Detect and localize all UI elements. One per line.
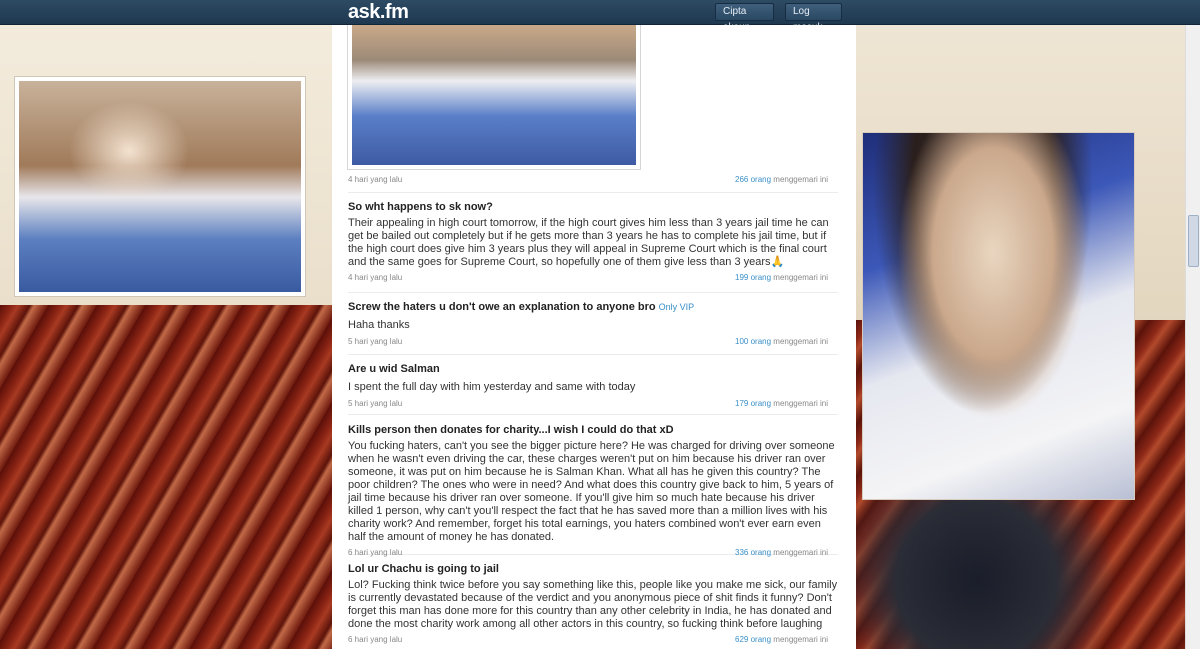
likes-text: menggemari ini: [773, 548, 828, 557]
likes-text: menggemari ini: [773, 337, 828, 346]
post-meta: 4 hari yang lalu 266 orang menggemari in…: [348, 175, 838, 187]
likes-text: menggemari ini: [773, 273, 828, 282]
likes-text: menggemari ini: [773, 399, 828, 408]
right-profile-photo: [862, 132, 1135, 500]
likes-count[interactable]: 179 orang: [735, 399, 771, 408]
login-button[interactable]: Log masuk: [785, 3, 842, 33]
answer-text: Their appealing in high court tomorrow, …: [348, 217, 829, 268]
logo-suffix: .fm: [379, 1, 409, 23]
scrollbar-thumb[interactable]: [1188, 215, 1199, 267]
post-likes[interactable]: 179 orang menggemari ini: [735, 399, 828, 408]
likes-text: menggemari ini: [773, 635, 828, 644]
answer-text: You fucking haters, can't you see the bi…: [348, 440, 835, 543]
left-profile-photo: [14, 76, 306, 297]
post-meta: 4 hari yang lalu 199 orang menggemari in…: [348, 273, 838, 285]
answer-text: Lol? Fucking think twice before you say …: [348, 579, 838, 630]
list-item: Are u wid Salman I spent the full day wi…: [348, 363, 838, 415]
page-scrollbar[interactable]: [1185, 25, 1200, 649]
question-text[interactable]: Screw the haters u don't owe an explanat…: [348, 301, 656, 313]
signup-button[interactable]: Cipta akaun: [715, 3, 774, 33]
question-text[interactable]: Kills person then donates for charity...…: [348, 424, 838, 436]
likes-count[interactable]: 336 orang: [735, 548, 771, 557]
likes-count[interactable]: 629 orang: [735, 635, 771, 644]
answers-feed: 4 hari yang lalu 266 orang menggemari in…: [332, 25, 856, 649]
answer-text: I spent the full day with him yesterday …: [348, 381, 636, 393]
likes-count[interactable]: 266 orang: [735, 175, 771, 184]
post-likes[interactable]: 266 orang menggemari ini: [735, 175, 828, 184]
post-meta: 6 hari yang lalu 336 orang menggemari in…: [348, 548, 838, 560]
post-time[interactable]: 6 hari yang lalu: [348, 548, 402, 557]
list-item: So wht happens to sk now? Their appealin…: [348, 201, 838, 293]
post-time[interactable]: 6 hari yang lalu: [348, 635, 402, 644]
background-rug-left: [0, 305, 332, 649]
post-meta: 5 hari yang lalu 179 orang menggemari in…: [348, 399, 838, 411]
post-time[interactable]: 4 hari yang lalu: [348, 175, 402, 184]
likes-count[interactable]: 199 orang: [735, 273, 771, 282]
post-time[interactable]: 5 hari yang lalu: [348, 337, 402, 346]
post-time[interactable]: 4 hari yang lalu: [348, 273, 402, 282]
list-item: Lol ur Chachu is going to jail Lol? Fuck…: [348, 563, 838, 649]
post-likes[interactable]: 100 orang menggemari ini: [735, 337, 828, 346]
post-likes[interactable]: 629 orang menggemari ini: [735, 635, 828, 644]
post-likes[interactable]: 199 orang menggemari ini: [735, 273, 828, 282]
post-meta: 5 hari yang lalu 100 orang menggemari in…: [348, 337, 838, 349]
post-meta: 6 hari yang lalu 629 orang menggemari in…: [348, 635, 838, 647]
list-item: 4 hari yang lalu 266 orang menggemari in…: [348, 175, 838, 193]
left-photo-image: [19, 81, 301, 292]
answer-photo-image: [352, 25, 636, 165]
logo-text: ask: [348, 1, 380, 23]
answer-text: Haha thanks: [348, 319, 410, 331]
likes-text: menggemari ini: [773, 175, 828, 184]
question-text[interactable]: Are u wid Salman: [348, 363, 838, 375]
likes-count[interactable]: 100 orang: [735, 337, 771, 346]
list-item: Screw the haters u don't owe an explanat…: [348, 301, 838, 355]
post-likes[interactable]: 336 orang menggemari ini: [735, 548, 828, 557]
answer-photo[interactable]: [347, 25, 641, 170]
question-text[interactable]: Lol ur Chachu is going to jail: [348, 563, 838, 575]
question-text[interactable]: So wht happens to sk now?: [348, 201, 838, 213]
list-item: Kills person then donates for charity...…: [348, 424, 838, 557]
top-navigation-bar: ask.fm Cipta akaun Log masuk: [0, 0, 1200, 33]
vip-badge: Only VIP: [658, 302, 695, 312]
askfm-logo[interactable]: ask.fm: [348, 1, 409, 24]
post-time[interactable]: 5 hari yang lalu: [348, 399, 402, 408]
question-row: Screw the haters u don't owe an explanat…: [348, 301, 838, 313]
